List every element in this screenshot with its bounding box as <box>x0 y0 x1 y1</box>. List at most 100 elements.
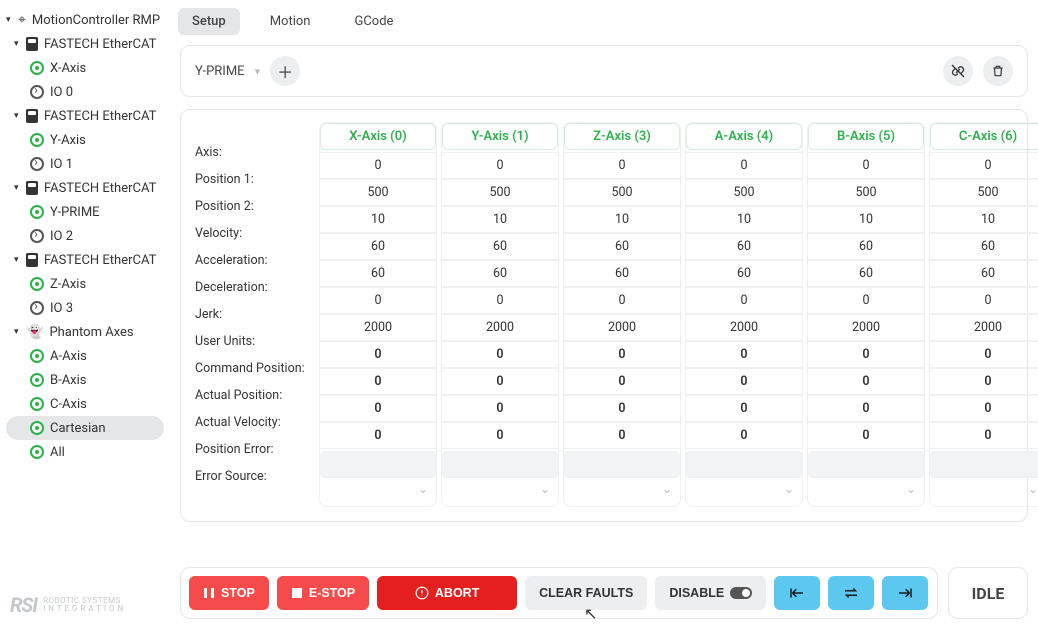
name-chip[interactable]: Y-PRIME ▾ <box>195 64 260 79</box>
axis-cell[interactable]: 0 <box>686 287 802 314</box>
axis-cell[interactable]: 0 <box>686 395 802 422</box>
delete-button[interactable] <box>983 56 1013 86</box>
tab-gcode[interactable]: GCode <box>340 8 407 35</box>
tree-group[interactable]: ▾FASTECH EtherCAT <box>0 32 170 56</box>
axis-cell[interactable]: 0 <box>442 287 558 314</box>
axis-cell[interactable]: 60 <box>930 260 1038 287</box>
axis-cell[interactable]: 2000 <box>442 314 558 341</box>
tree-axis-item[interactable]: Y-Axis <box>0 128 170 152</box>
axis-cell[interactable]: 0 <box>564 395 680 422</box>
estop-button[interactable]: E-STOP <box>277 576 369 610</box>
unlink-button[interactable] <box>943 56 973 86</box>
tree-io-item[interactable]: IO 0 <box>0 80 170 104</box>
axis-cell[interactable]: 0 <box>808 287 924 314</box>
axis-cell[interactable]: 0 <box>808 422 924 449</box>
axis-cell[interactable]: 10 <box>320 206 436 233</box>
tab-setup[interactable]: Setup <box>178 8 240 35</box>
axis-cell[interactable]: 0 <box>686 152 802 179</box>
axis-header[interactable]: X-Axis (0) <box>320 123 436 150</box>
axis-cell[interactable]: 2000 <box>686 314 802 341</box>
axis-cell[interactable]: 0 <box>808 368 924 395</box>
axis-cell[interactable]: 60 <box>320 260 436 287</box>
axis-cell[interactable]: 0 <box>930 341 1038 368</box>
axis-cell[interactable]: 500 <box>320 179 436 206</box>
error-source-cell[interactable] <box>686 451 802 478</box>
axis-cell[interactable]: 0 <box>320 368 436 395</box>
disable-button[interactable]: DISABLE <box>655 576 766 610</box>
axis-cell[interactable]: 10 <box>808 206 924 233</box>
tree-io-item[interactable]: IO 3 <box>0 296 170 320</box>
axis-cell[interactable]: 10 <box>686 206 802 233</box>
axis-cell[interactable]: 0 <box>686 368 802 395</box>
axis-cell[interactable]: 0 <box>930 368 1038 395</box>
axis-cell[interactable]: 60 <box>564 260 680 287</box>
axis-cell[interactable]: 0 <box>808 395 924 422</box>
tree-group[interactable]: ▾👻Phantom Axes <box>0 320 170 344</box>
axis-cell[interactable]: 10 <box>930 206 1038 233</box>
error-source-cell[interactable] <box>564 451 680 478</box>
expand-toggle[interactable]: ⌄ <box>686 478 802 500</box>
go-end-button[interactable] <box>882 576 928 610</box>
axis-cell[interactable]: 0 <box>442 368 558 395</box>
axis-cell[interactable]: 0 <box>320 395 436 422</box>
go-start-button[interactable] <box>774 576 820 610</box>
axis-cell[interactable]: 0 <box>442 152 558 179</box>
axis-cell[interactable]: 10 <box>564 206 680 233</box>
axis-cell[interactable]: 60 <box>442 260 558 287</box>
axis-header[interactable]: Z-Axis (3) <box>564 123 680 150</box>
expand-toggle[interactable]: ⌄ <box>320 478 436 500</box>
axis-cell[interactable]: 0 <box>930 152 1038 179</box>
axis-cell[interactable]: 0 <box>564 368 680 395</box>
axis-cell[interactable]: 500 <box>686 179 802 206</box>
tree-group[interactable]: ▾FASTECH EtherCAT <box>0 104 170 128</box>
add-button[interactable]: ＋ <box>270 56 300 86</box>
tree-axis-item[interactable]: X-Axis <box>0 56 170 80</box>
axis-cell[interactable]: 0 <box>686 422 802 449</box>
axis-cell[interactable]: 60 <box>564 233 680 260</box>
axis-cell[interactable]: 60 <box>808 233 924 260</box>
axis-cell[interactable]: 0 <box>930 422 1038 449</box>
axis-cell[interactable]: 60 <box>930 233 1038 260</box>
axis-cell[interactable]: 0 <box>808 152 924 179</box>
axis-cell[interactable]: 2000 <box>930 314 1038 341</box>
axis-cell[interactable]: 60 <box>320 233 436 260</box>
axis-cell[interactable]: 10 <box>442 206 558 233</box>
axis-header[interactable]: B-Axis (5) <box>808 123 924 150</box>
axis-header[interactable]: C-Axis (6) <box>930 123 1038 150</box>
axis-cell[interactable]: 2000 <box>808 314 924 341</box>
axis-cell[interactable]: 500 <box>564 179 680 206</box>
error-source-cell[interactable] <box>320 451 436 478</box>
axis-header[interactable]: Y-Axis (1) <box>442 123 558 150</box>
axis-cell[interactable]: 0 <box>564 152 680 179</box>
axis-cell[interactable]: 0 <box>320 152 436 179</box>
expand-toggle[interactable]: ⌄ <box>808 478 924 500</box>
abort-button[interactable]: ABORT <box>377 576 517 610</box>
tree-io-item[interactable]: IO 2 <box>0 224 170 248</box>
axis-cell[interactable]: 60 <box>808 260 924 287</box>
stop-button[interactable]: STOP <box>189 576 269 610</box>
axis-cell[interactable]: 0 <box>442 422 558 449</box>
tree-axis-item[interactable]: C-Axis <box>0 392 170 416</box>
axis-cell[interactable]: 0 <box>320 287 436 314</box>
axis-cell[interactable]: 500 <box>808 179 924 206</box>
axis-cell[interactable]: 500 <box>930 179 1038 206</box>
axis-cell[interactable]: 0 <box>564 287 680 314</box>
axis-cell[interactable]: 0 <box>320 341 436 368</box>
axis-cell[interactable]: 0 <box>930 395 1038 422</box>
expand-toggle[interactable]: ⌄ <box>442 478 558 500</box>
tree-axis-item[interactable]: A-Axis <box>0 344 170 368</box>
error-source-cell[interactable] <box>930 451 1038 478</box>
axis-cell[interactable]: 0 <box>930 287 1038 314</box>
expand-toggle[interactable]: ⌄ <box>564 478 680 500</box>
axis-cell[interactable]: 2000 <box>564 314 680 341</box>
tab-motion[interactable]: Motion <box>256 8 325 35</box>
axis-cell[interactable]: 0 <box>808 341 924 368</box>
axis-cell[interactable]: 0 <box>564 341 680 368</box>
clear-faults-button[interactable]: CLEAR FAULTS <box>525 576 647 610</box>
axis-cell[interactable]: 0 <box>442 395 558 422</box>
axis-cell[interactable]: 60 <box>442 233 558 260</box>
tree-group[interactable]: ▾FASTECH EtherCAT <box>0 248 170 272</box>
axis-cell[interactable]: 500 <box>442 179 558 206</box>
tree-io-item[interactable]: IO 1 <box>0 152 170 176</box>
axis-cell[interactable]: 0 <box>320 422 436 449</box>
